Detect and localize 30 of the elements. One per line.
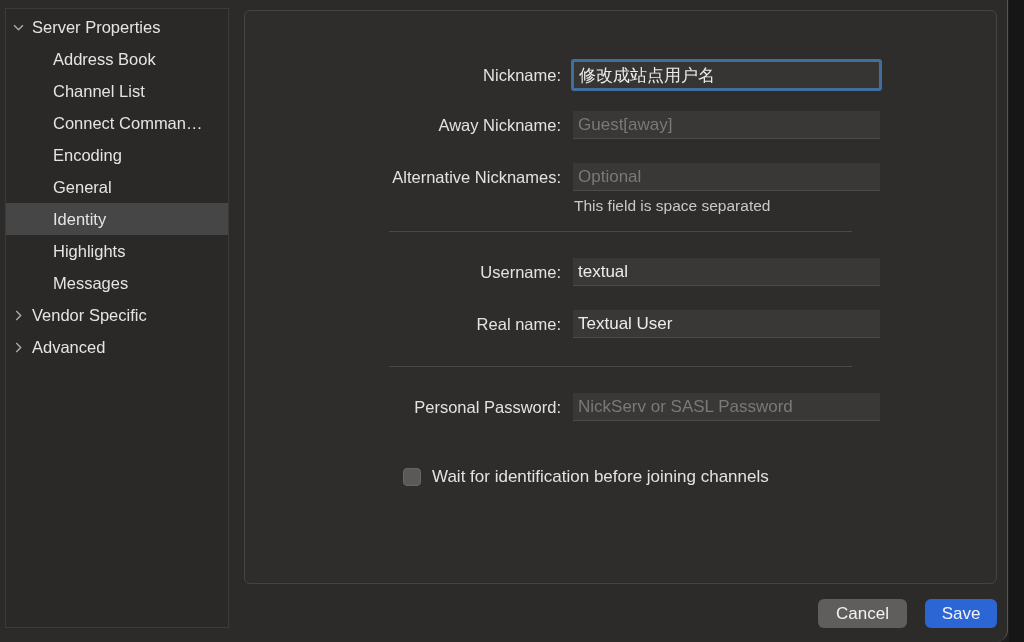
field-label: Real name:: [475, 314, 561, 334]
sidebar-item[interactable]: Messages: [6, 267, 228, 299]
input-field[interactable]: Guest[away]: [573, 111, 880, 139]
sidebar-item[interactable]: Address Book: [6, 43, 228, 75]
field-label: Personal Password:: [413, 397, 561, 417]
input-field[interactable]: Textual User: [573, 310, 880, 338]
checkbox-label: Wait for identification before joining channels: [432, 467, 769, 487]
sidebar-item[interactable]: Connect Comman…: [6, 107, 228, 139]
input-field[interactable]: textual: [573, 258, 880, 286]
input-field[interactable]: 修改成站点用户名: [571, 59, 882, 91]
input-field[interactable]: NickServ or SASL Password: [573, 393, 880, 421]
chevron-right-icon[interactable]: [13, 341, 24, 353]
checkbox[interactable]: [403, 468, 421, 486]
field-label: Away Nickname:: [437, 115, 561, 135]
input-field[interactable]: Optional: [573, 163, 880, 191]
cancel-button[interactable]: Cancel: [818, 599, 907, 628]
field-label: Nickname:: [482, 65, 561, 85]
chevron-right-icon[interactable]: [13, 309, 24, 321]
sidebar-item[interactable]: Advanced: [6, 331, 228, 363]
sidebar-item[interactable]: Highlights: [6, 235, 228, 267]
sidebar-item[interactable]: Vendor Specific: [6, 299, 228, 331]
sidebar-item[interactable]: Channel List: [6, 75, 228, 107]
sidebar-item[interactable]: Encoding: [6, 139, 228, 171]
hint-text: This field is space separated: [574, 197, 772, 216]
field-label: Alternative Nicknames:: [391, 167, 561, 187]
save-button[interactable]: Save: [925, 599, 997, 628]
sidebar-item[interactable]: General: [6, 171, 228, 203]
sidebar-item[interactable]: Server Properties: [6, 11, 228, 43]
field-label: Username:: [479, 262, 561, 282]
sidebar-item[interactable]: Identity: [6, 203, 228, 235]
